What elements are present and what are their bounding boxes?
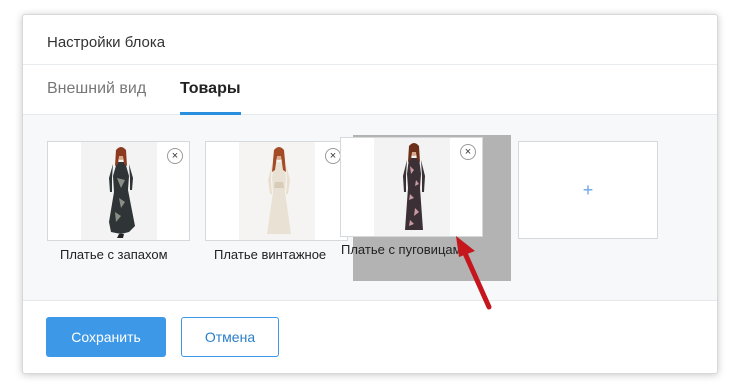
- product-label: Платье винтажное: [214, 247, 327, 262]
- dialog-header: Настройки блока: [23, 15, 717, 65]
- remove-product-icon[interactable]: ×: [167, 148, 183, 164]
- product-photo: [81, 142, 157, 240]
- product-card-dragging[interactable]: ×: [340, 137, 483, 237]
- dialog-title: Настройки блока: [47, 34, 166, 51]
- block-settings-dialog: Настройки блока Внешний вид Товары × Пла…: [22, 14, 718, 374]
- tab-bar: Внешний вид Товары: [23, 65, 717, 115]
- product-card[interactable]: ×: [205, 141, 348, 241]
- tab-products[interactable]: Товары: [180, 65, 241, 115]
- product-photo: [374, 138, 450, 236]
- product-label: Платье с пуговицами: [341, 242, 469, 257]
- remove-product-icon[interactable]: ×: [325, 148, 341, 164]
- product-photo: [239, 142, 315, 240]
- remove-product-icon[interactable]: ×: [460, 144, 476, 160]
- tab-appearance[interactable]: Внешний вид: [47, 65, 146, 114]
- add-product-button[interactable]: +: [518, 141, 658, 239]
- save-button[interactable]: Сохранить: [46, 317, 166, 357]
- product-card[interactable]: ×: [47, 141, 190, 241]
- product-label: Платье с запахом: [60, 247, 168, 262]
- plus-icon: +: [582, 180, 594, 200]
- cancel-button[interactable]: Отмена: [181, 317, 279, 357]
